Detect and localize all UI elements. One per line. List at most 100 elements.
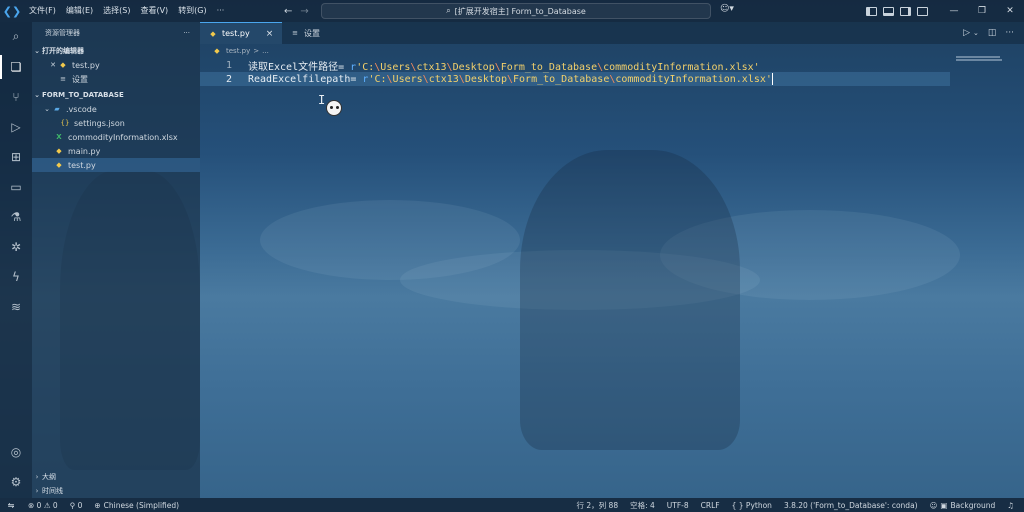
problems-indicator[interactable]: ⊗ 0 ⚠ 0 [22,501,64,510]
folder-icon: ▰ [54,105,60,113]
menu-file[interactable]: 文件(F) [24,0,61,22]
tree-item-file[interactable]: X commodityInformation.xlsx [32,130,200,144]
code-line-1[interactable]: 1 读取Excel文件路径= r'C:\Users\ctx13\Desktop\… [200,58,950,73]
minimap-line[interactable] [956,56,1000,58]
timeline-label: 时间线 [42,487,63,495]
remote-indicator-icon[interactable]: ⇋ [0,498,22,512]
testing-icon[interactable]: ⚗ [6,207,26,227]
account-icon[interactable]: ◎ [6,442,26,462]
python-file-icon: ◆ [214,47,220,55]
remote-explorer-icon[interactable]: ▭ [6,177,26,197]
toggle-primary-sidebar-icon[interactable] [866,6,877,16]
open-editor-label: 设置 [72,74,88,84]
outline-label: 大纲 [42,473,56,481]
menu-more[interactable]: ··· [212,0,230,22]
ports-indicator[interactable]: ⚲ 0 [64,501,89,510]
python-interpreter[interactable]: 3.8.20 ('Form_to_Database': conda) [778,501,924,510]
line-number: 2 [225,73,232,85]
title-bar: ❮❯ 文件(F) 编辑(E) 选择(S) 查看(V) 转到(G) ··· ← →… [0,0,1024,22]
encoding[interactable]: UTF-8 [661,501,695,510]
notifications-bell-icon[interactable]: ♫ [1001,501,1020,510]
open-editor-item[interactable]: ≡ 设置 [32,72,200,86]
docker-icon[interactable]: ≋ [6,297,26,317]
lightning-icon[interactable]: ϟ [6,267,26,287]
tab-label: test.py [222,29,250,38]
vscode-logo-icon: ❮❯ [2,4,22,18]
python-file-icon: ◆ [56,161,62,169]
tab-settings[interactable]: ≡ 设置 [282,22,328,44]
customize-layout-icon[interactable] [917,6,928,16]
more-actions-button[interactable]: ··· [183,29,190,37]
split-editor-icon[interactable]: ◫ [988,28,997,38]
code-line-2-current[interactable]: 2 ReadExcelfilepath= r'C:\Users\ctx13\De… [200,72,950,86]
language-pack-indicator[interactable]: ⊕ Chinese (Simplified) [88,501,185,510]
back-arrow-icon[interactable]: ← [284,6,292,17]
python-file-icon: ◆ [56,147,62,155]
open-editors-section[interactable]: ⌄ 打开的编辑器 [32,44,200,58]
more-actions-icon[interactable]: ··· [1005,28,1014,38]
tab-label: 设置 [304,28,320,38]
run-debug-icon[interactable]: ▷ [6,117,26,137]
tree-item-file[interactable]: ◆ main.py [32,144,200,158]
close-icon[interactable]: ✕ [48,61,58,69]
command-center-search[interactable]: ⌕ [扩展开发宿主] Form_to_Database [321,3,711,19]
workspace-section[interactable]: ⌄ FORM_TO_DATABASE [32,88,200,102]
python-file-icon: ◆ [60,61,66,69]
bug-icon[interactable]: ✲ [6,237,26,257]
settings-file-icon: ≡ [292,29,298,37]
minimap-line[interactable] [956,59,1002,61]
chevron-down-icon: ⌄ [44,105,50,113]
background-extension[interactable]: ☺ ▣ Background [924,501,1002,510]
explorer-title: 资源管理器 [45,29,80,37]
code-editor[interactable]: 1 读取Excel文件路径= r'C:\Users\ctx13\Desktop\… [200,58,1024,498]
tab-test-py[interactable]: ◆ test.py × [200,22,282,44]
explorer-icon[interactable]: ❏ [6,57,26,77]
cursor-position[interactable]: 行 2，列 88 [571,500,625,511]
end-of-line[interactable]: CRLF [695,501,726,510]
tree-item-folder[interactable]: ⌄ ▰ .vscode [32,102,200,116]
breadcrumb-file[interactable]: test.py [226,47,250,55]
open-editor-item[interactable]: ✕ ◆ test.py [32,58,200,72]
chevron-down-icon: ⌄ [34,47,40,55]
toggle-secondary-sidebar-icon[interactable] [900,6,911,16]
status-bar: ⇋ ⊗ 0 ⚠ 0 ⚲ 0 ⊕ Chinese (Simplified) 行 2，… [0,498,1024,512]
breadcrumb-symbol[interactable]: ... [262,47,269,55]
menu-view[interactable]: 查看(V) [135,0,173,22]
outline-section[interactable]: › 大纲 [32,470,200,484]
settings-file-icon: ≡ [60,75,66,83]
search-icon[interactable]: ⌕ [6,26,26,46]
language-mode[interactable]: { } Python [726,501,778,510]
close-icon[interactable]: ✕ [996,6,1024,16]
excel-file-icon: X [56,133,62,141]
breadcrumb-separator: > [253,47,260,55]
copilot-icon: ☺ [929,500,938,510]
search-text: [扩展开发宿主] Form_to_Database [454,6,586,16]
manage-gear-icon[interactable]: ⚙ [6,472,26,492]
chevron-right-icon: › [35,473,39,481]
close-tab-icon[interactable]: × [266,29,274,39]
open-editor-label: test.py [72,60,100,70]
chevron-down-icon[interactable]: ⌄ [973,29,979,37]
source-control-icon[interactable]: ⑂ [6,87,26,107]
forward-arrow-icon[interactable]: → [300,6,308,17]
menu-edit[interactable]: 编辑(E) [61,0,98,22]
timeline-section[interactable]: › 时间线 [32,484,200,498]
menu-go[interactable]: 转到(G) [173,0,211,22]
copilot-icon[interactable]: ☺▾ [720,4,734,14]
menu-selection[interactable]: 选择(S) [98,0,135,22]
text-caret [771,73,773,85]
json-file-icon: {} [60,119,70,127]
mouse-ibeam-cursor-icon: I [318,93,326,107]
tree-item-file[interactable]: {} settings.json [32,116,200,130]
explorer-header: 资源管理器 ··· [32,22,200,44]
sidebar-bottom-sections: › 大纲 › 时间线 [32,470,200,498]
run-python-file-icon[interactable]: ▷ [963,28,970,38]
chevron-down-icon: ⌄ [34,91,40,99]
toggle-panel-icon[interactable] [883,6,894,16]
indentation[interactable]: 空格: 4 [624,500,661,511]
minimize-icon[interactable]: — [940,6,968,16]
tree-item-file-selected[interactable]: ◆ test.py [32,158,200,172]
image-icon: ▣ [940,500,948,510]
extensions-icon[interactable]: ⊞ [6,147,26,167]
restore-icon[interactable]: ❐ [968,6,996,16]
